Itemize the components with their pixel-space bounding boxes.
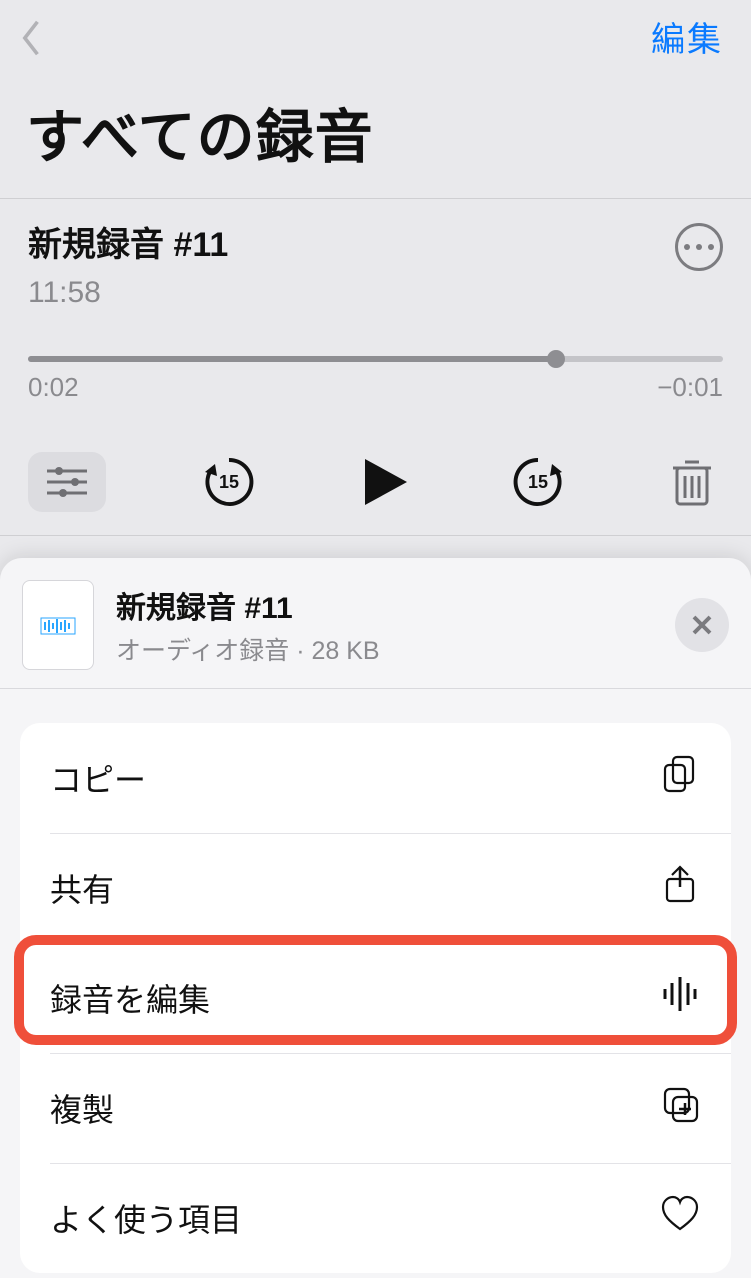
svg-text:15: 15 [528,472,548,492]
time-remaining: −0:01 [657,372,723,403]
skip-forward-button[interactable]: 15 [507,451,569,513]
svg-text:15: 15 [219,472,239,492]
skip-back-button[interactable]: 15 [198,451,260,513]
menu-item-waveform[interactable]: 録音を編集 [20,943,731,1053]
menu-item-label: 複製 [50,1085,114,1131]
menu-item-copy[interactable]: コピー [20,723,731,833]
waveform-icon [659,973,701,1023]
playback-scrubber[interactable]: 0:02 −0:01 [28,356,723,403]
back-button[interactable] [12,18,52,58]
menu-item-label: コピー [50,755,146,801]
action-sheet: 新規録音 #11 オーディオ録音 · 28 KB コピー共有録音を編集複製よく使… [0,558,751,1278]
menu-item-label: 共有 [50,865,114,911]
duplicate-icon [659,1083,701,1133]
file-thumbnail-icon [22,580,94,670]
recording-expanded: 新規録音 #11 11:58 0:02 −0:01 [0,199,751,535]
recording-title[interactable]: 新規録音 #11 [28,217,723,266]
delete-button[interactable] [661,451,723,513]
share-icon [659,863,701,913]
menu-item-label: よく使う項目 [50,1195,242,1241]
page-title: すべての録音 [26,90,751,174]
menu-item-share[interactable]: 共有 [20,833,731,943]
heart-icon [659,1193,701,1243]
more-button[interactable] [675,223,723,271]
copy-icon [659,753,701,803]
play-button[interactable] [353,451,415,513]
time-elapsed: 0:02 [28,372,79,403]
playback-options-button[interactable] [28,452,106,512]
menu-item-label: 録音を編集 [50,975,210,1021]
recording-timestamp: 11:58 [28,276,723,310]
sheet-subtitle: オーディオ録音 · 28 KB [116,631,380,667]
menu-item-duplicate[interactable]: 複製 [20,1053,731,1163]
close-button[interactable] [675,598,729,652]
menu-item-heart[interactable]: よく使う項目 [20,1163,731,1273]
sheet-title: 新規録音 #11 [116,583,380,627]
edit-button[interactable]: 編集 [651,12,723,61]
